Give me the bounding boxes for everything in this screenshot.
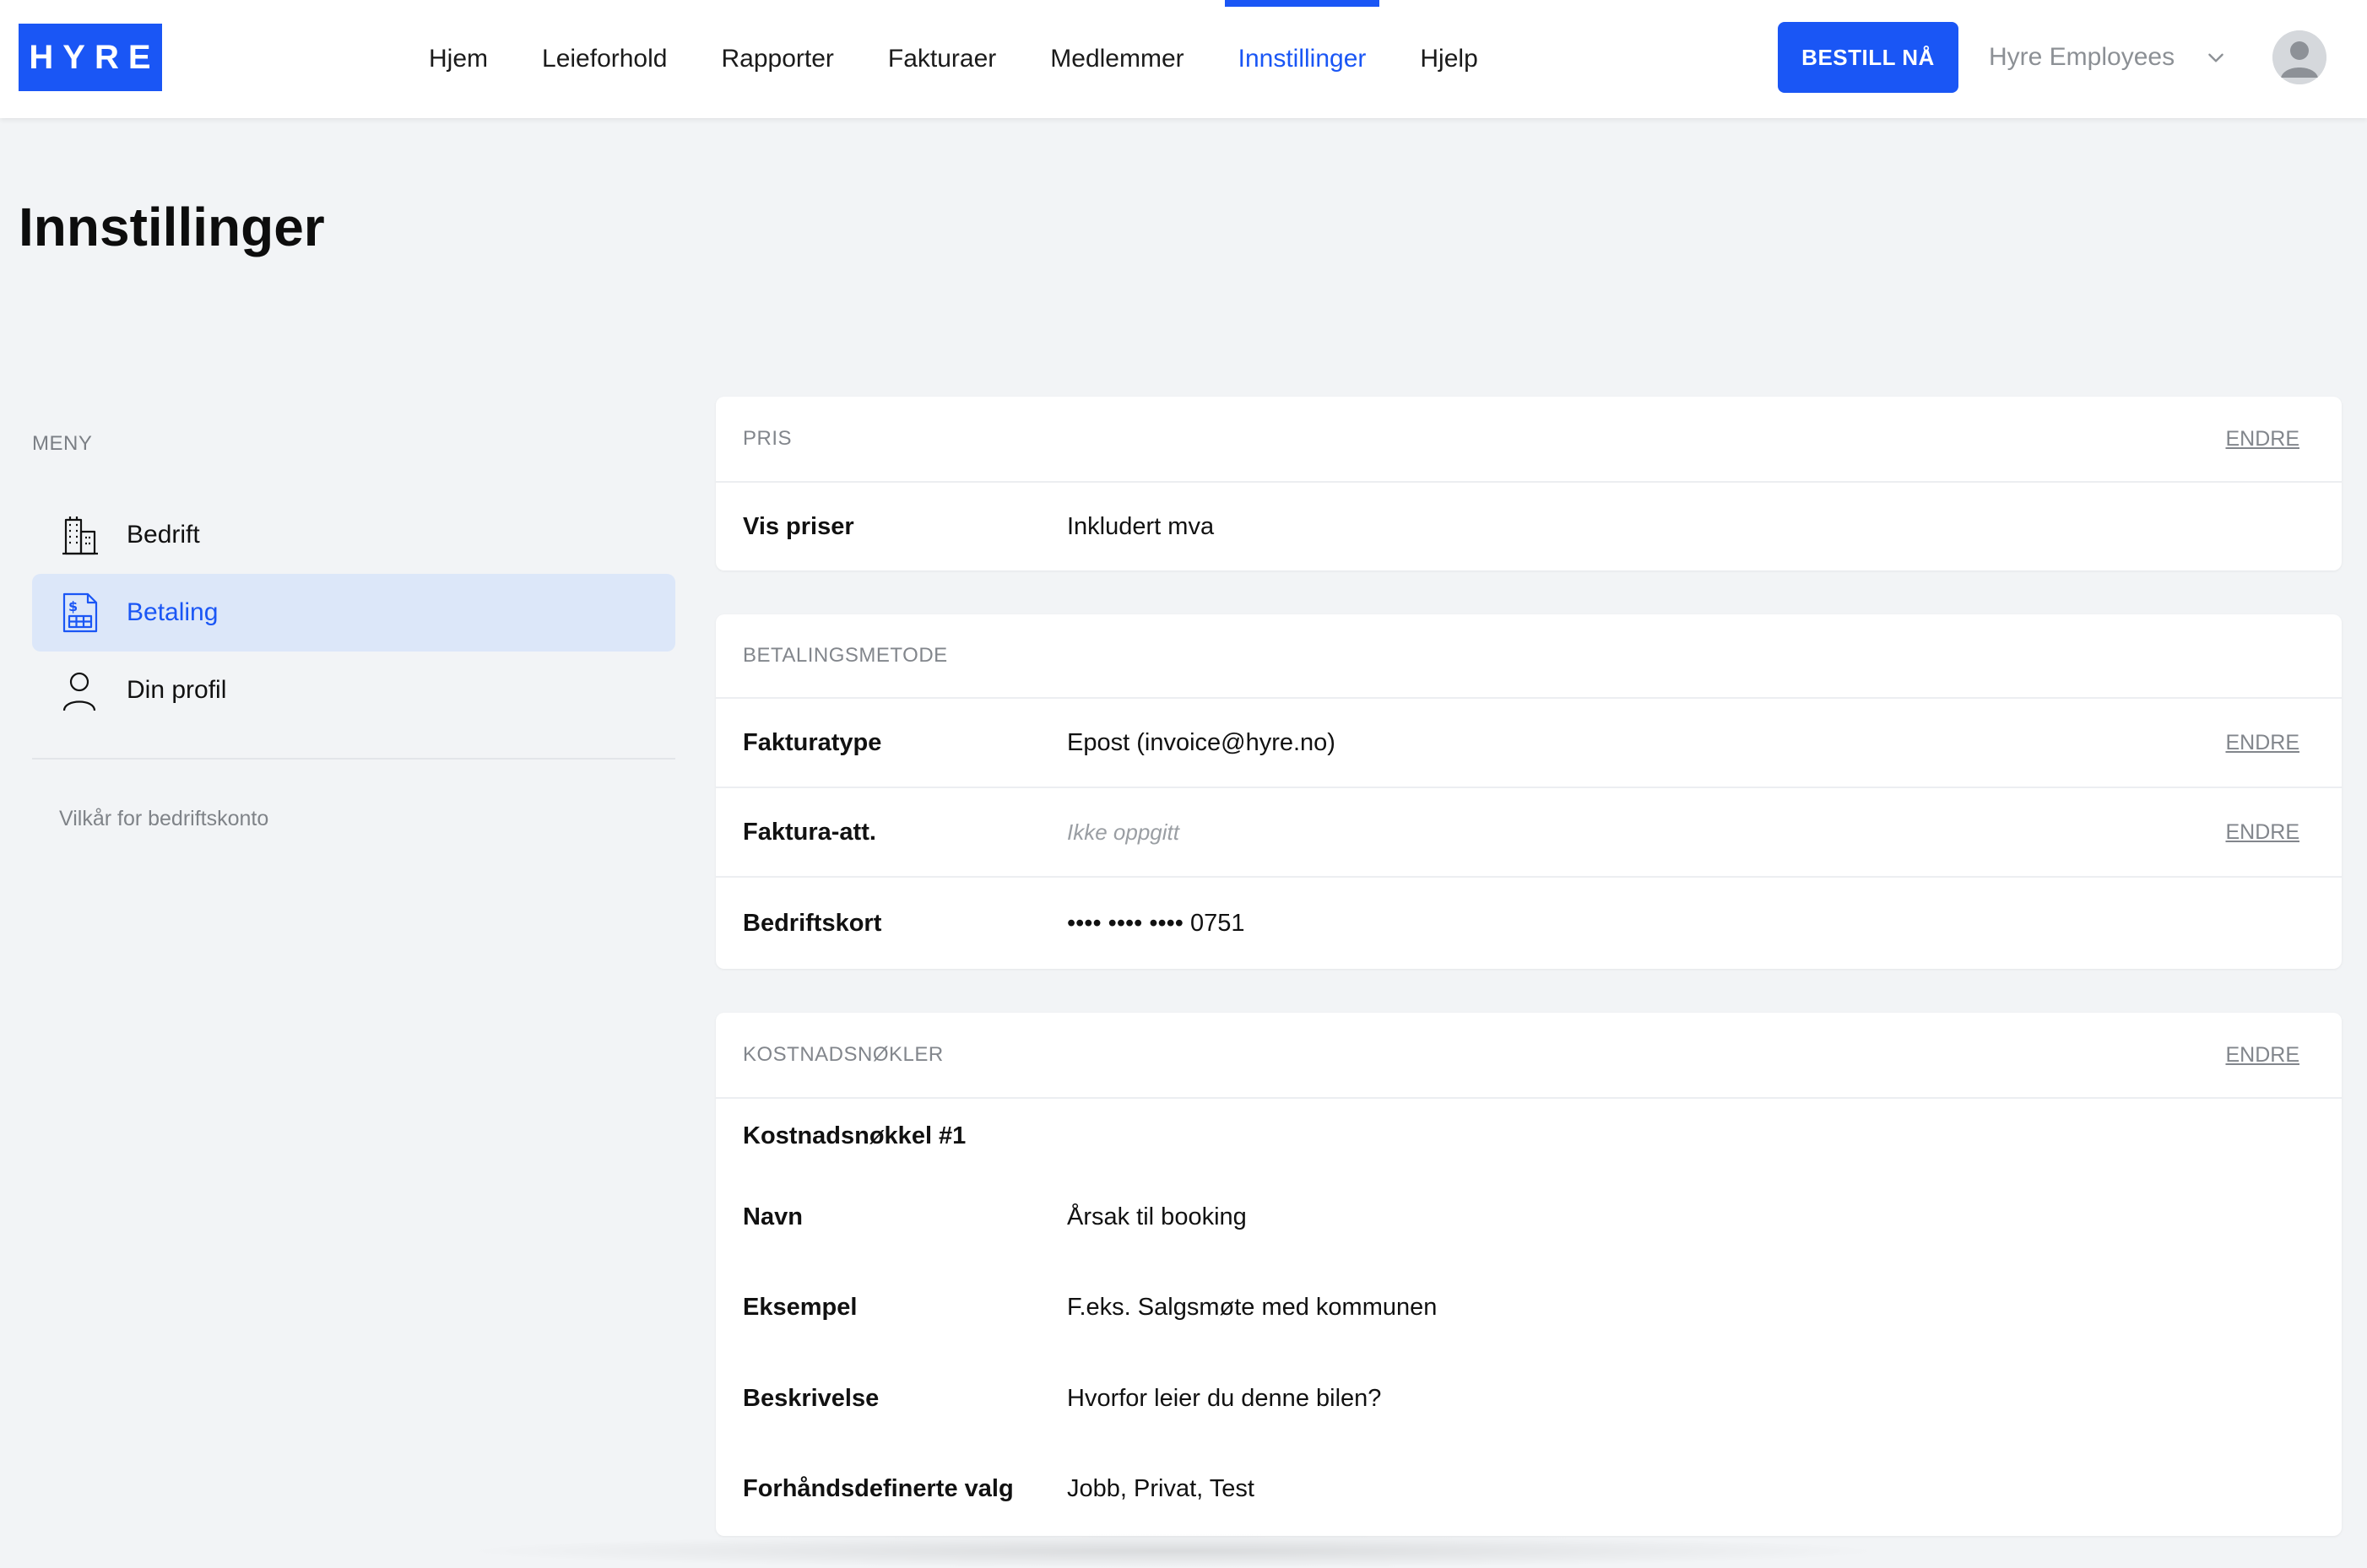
edit-invoice-type-link[interactable]: ENDRE bbox=[2225, 731, 2299, 755]
row-value: •••• •••• •••• 0751 bbox=[1067, 909, 1245, 937]
nav-item-innstillinger[interactable]: Innstillinger bbox=[1224, 0, 1380, 118]
row-label: Faktura-att. bbox=[743, 818, 876, 846]
user-icon bbox=[57, 668, 101, 712]
cost-key-heading: Kostnadsnøkkel #1 bbox=[743, 1122, 967, 1149]
row-label: Forhåndsdefinerte valg bbox=[743, 1474, 1014, 1502]
hyre-logo[interactable]: HYRE bbox=[19, 24, 162, 91]
row-value: F.eks. Salgsmøte med kommunen bbox=[1067, 1293, 1438, 1321]
row-label: Eksempel bbox=[743, 1293, 858, 1321]
settings-row: Faktura-att. Ikke oppgitt ENDRE bbox=[716, 788, 2342, 878]
settings-row: Eksempel F.eks. Salgsmøte med kommunen bbox=[716, 1261, 2342, 1354]
nav-item-label: Medlemmer bbox=[1050, 45, 1184, 73]
payment-card-header: BETALINGSMETODE bbox=[716, 614, 2342, 699]
sidebar-divider bbox=[32, 758, 675, 760]
settings-row: Navn Årsak til booking bbox=[716, 1173, 2342, 1261]
price-card-header: PRIS ENDRE bbox=[716, 397, 2342, 483]
bottom-shadow bbox=[456, 1534, 1891, 1568]
company-terms-link[interactable]: Vilkår for bedriftskonto bbox=[59, 807, 268, 831]
nav-item-label: Hjelp bbox=[1420, 45, 1478, 73]
section-title: KOSTNADSNØKLER bbox=[743, 1043, 944, 1066]
top-navigation-bar: HYRE Hjem Leieforhold Rapporter Fakturae… bbox=[0, 0, 2367, 118]
settings-row: Fakturatype Epost (invoice@hyre.no) ENDR… bbox=[716, 699, 2342, 788]
nav-item-label: Leieforhold bbox=[542, 45, 668, 73]
row-value: Epost (invoice@hyre.no) bbox=[1067, 728, 1335, 756]
building-icon bbox=[57, 513, 101, 557]
nav-item-medlemmer[interactable]: Medlemmer bbox=[1050, 0, 1184, 118]
row-value: Jobb, Privat, Test bbox=[1067, 1474, 1254, 1502]
page-title: Innstillinger bbox=[19, 197, 325, 257]
row-value: Inkludert mva bbox=[1067, 512, 1215, 540]
avatar[interactable] bbox=[2272, 30, 2326, 84]
nav-item-label: Hjem bbox=[429, 45, 489, 73]
row-label: Beskrivelse bbox=[743, 1384, 880, 1412]
payment-document-icon: $ bbox=[57, 591, 101, 635]
settings-row: Forhåndsdefinerte valg Jobb, Privat, Tes… bbox=[716, 1443, 2342, 1534]
user-avatar-icon bbox=[2272, 30, 2326, 84]
row-label: Vis priser bbox=[743, 512, 854, 540]
logo-text: HYRE bbox=[29, 38, 160, 76]
cost-keys-card: KOSTNADSNØKLER ENDRE Kostnadsnøkkel #1 N… bbox=[716, 1013, 2342, 1536]
sidebar-item-label: Din profil bbox=[127, 676, 227, 704]
section-title: PRIS bbox=[743, 427, 793, 450]
nav-item-hjem[interactable]: Hjem bbox=[429, 0, 488, 118]
nav-item-fakturaer[interactable]: Fakturaer bbox=[888, 0, 996, 118]
settings-row: Vis priser Inkludert mva bbox=[716, 483, 2342, 570]
row-label: Navn bbox=[743, 1203, 803, 1230]
row-label: Bedriftskort bbox=[743, 909, 882, 937]
row-value: Ikke oppgitt bbox=[1067, 819, 1179, 845]
nav-item-leieforhold[interactable]: Leieforhold bbox=[542, 0, 667, 118]
price-card: PRIS ENDRE Vis priser Inkludert mva bbox=[716, 397, 2342, 570]
sidebar-item-label: Betaling bbox=[127, 598, 219, 626]
edit-price-link[interactable]: ENDRE bbox=[2225, 427, 2299, 451]
sidebar-item-label: Bedrift bbox=[127, 521, 200, 549]
organization-switcher[interactable]: Hyre Employees bbox=[1989, 22, 2227, 93]
nav-item-label: Innstillinger bbox=[1238, 45, 1367, 73]
row-value: Årsak til booking bbox=[1067, 1203, 1247, 1230]
nav-item-label: Fakturaer bbox=[887, 45, 997, 73]
row-label: Fakturatype bbox=[743, 728, 882, 756]
payment-method-card: BETALINGSMETODE Fakturatype Epost (invoi… bbox=[716, 614, 2342, 969]
menu-label: MENY bbox=[32, 432, 93, 455]
cost-keys-card-header: KOSTNADSNØKLER ENDRE bbox=[716, 1013, 2342, 1099]
svg-text:$: $ bbox=[68, 598, 78, 614]
nav-item-label: Rapporter bbox=[721, 45, 834, 73]
sidebar-item-betaling[interactable]: $ Betaling bbox=[32, 574, 675, 652]
main-nav: Hjem Leieforhold Rapporter Fakturaer Med… bbox=[429, 0, 1532, 118]
settings-row: Bedriftskort •••• •••• •••• 0751 bbox=[716, 878, 2342, 969]
row-value: Hvorfor leier du denne bilen? bbox=[1067, 1384, 1382, 1412]
edit-invoice-attention-link[interactable]: ENDRE bbox=[2225, 820, 2299, 845]
section-title: BETALINGSMETODE bbox=[743, 644, 948, 667]
settings-row: Beskrivelse Hvorfor leier du denne bilen… bbox=[716, 1354, 2342, 1443]
edit-cost-keys-link[interactable]: ENDRE bbox=[2225, 1043, 2299, 1068]
order-now-button[interactable]: BESTILL NÅ bbox=[1778, 22, 1958, 93]
sidebar-item-bedrift[interactable]: Bedrift bbox=[32, 496, 675, 574]
organization-name: Hyre Employees bbox=[1989, 43, 2175, 71]
nav-item-rapporter[interactable]: Rapporter bbox=[721, 0, 833, 118]
chevron-down-icon bbox=[2208, 53, 2223, 62]
nav-item-hjelp[interactable]: Hjelp bbox=[1420, 0, 1477, 118]
sidebar-item-din-profil[interactable]: Din profil bbox=[32, 652, 675, 729]
